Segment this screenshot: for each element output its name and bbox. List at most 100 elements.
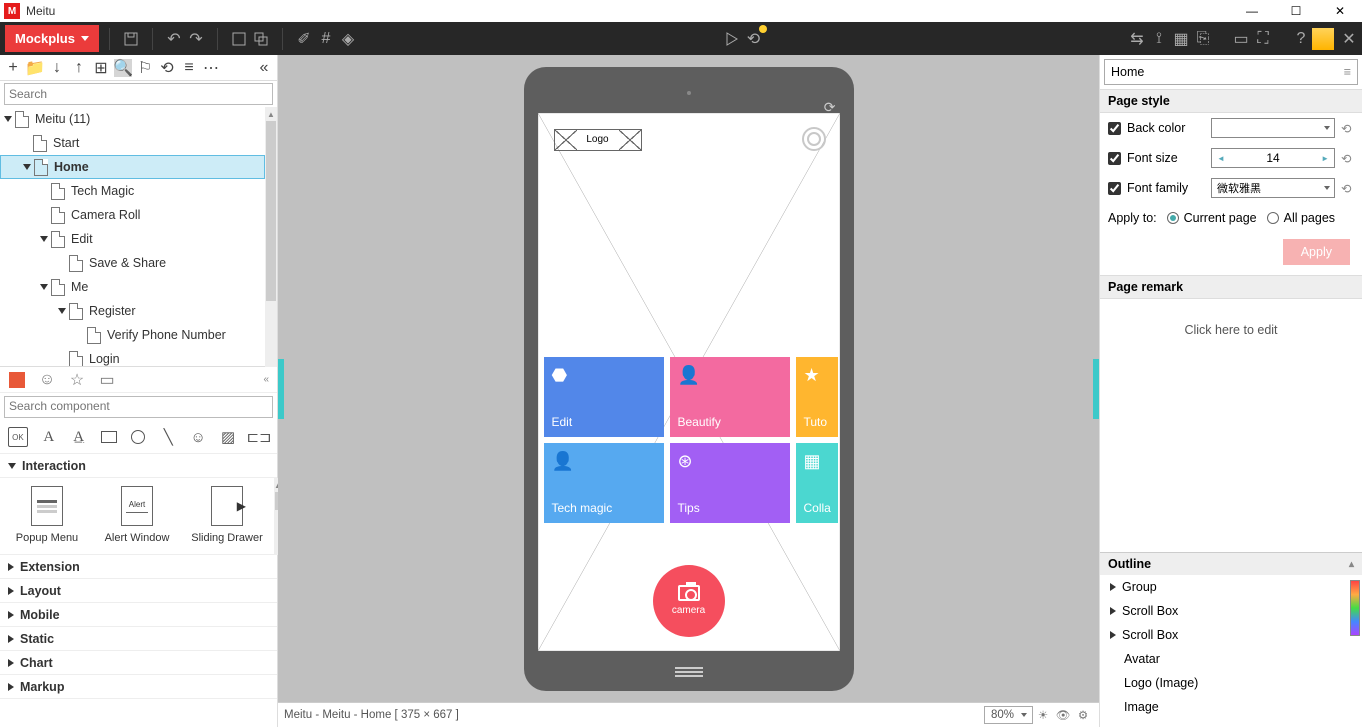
- maximize-button[interactable]: ☐: [1274, 0, 1318, 22]
- group-icon[interactable]: [228, 28, 250, 50]
- tree-page-home[interactable]: Home: [0, 155, 265, 179]
- down-arrow-icon[interactable]: ↓: [48, 59, 66, 77]
- toggle-component-icon[interactable]: ⊏⊐: [249, 427, 269, 447]
- close-button[interactable]: ✕: [1318, 0, 1362, 22]
- tile-collage[interactable]: ▦Colla: [796, 443, 838, 523]
- tile-tutorial[interactable]: ★Tuto: [796, 357, 838, 437]
- font-family-checkbox[interactable]: [1108, 182, 1121, 195]
- share-icon[interactable]: ⟟: [1148, 28, 1170, 50]
- close-panel-icon[interactable]: ✕: [1338, 28, 1360, 50]
- tile-beautify[interactable]: 👤Beautify: [670, 357, 790, 437]
- grid-view-icon[interactable]: ▦: [1170, 28, 1192, 50]
- alert-window-component[interactable]: Alert Alert Window: [94, 486, 180, 544]
- reset-font-size-icon[interactable]: ⟲: [1341, 151, 1351, 166]
- page-selector[interactable]: Home: [1104, 59, 1358, 85]
- font-size-checkbox[interactable]: [1108, 152, 1121, 165]
- preview-icon[interactable]: 👁: [1053, 708, 1073, 722]
- camera-button[interactable]: camera: [653, 565, 725, 637]
- brand-menu[interactable]: Mockplus: [5, 25, 99, 52]
- tile-techmagic[interactable]: 👤Tech magic: [544, 443, 664, 523]
- device-screen[interactable]: Logo ⬣Edit 👤Beautify ★Tuto 👤Tech magic ⊛…: [538, 113, 840, 651]
- undo-icon[interactable]: ↶: [163, 28, 185, 50]
- left-drawer-handle[interactable]: [278, 359, 284, 419]
- outline-group[interactable]: Group: [1100, 575, 1362, 599]
- favorites-tab-icon[interactable]: ☆: [68, 371, 86, 389]
- font-size-stepper[interactable]: 14: [1211, 148, 1335, 168]
- rectangle-component-icon[interactable]: [100, 427, 118, 447]
- tile-edit[interactable]: ⬣Edit: [544, 357, 664, 437]
- outline-scrollbox-2[interactable]: Scroll Box: [1100, 623, 1362, 647]
- rotate-icon[interactable]: ◈: [337, 28, 359, 50]
- page-remark-input[interactable]: Click here to edit: [1100, 299, 1362, 361]
- radio-current-page[interactable]: Current page: [1167, 211, 1257, 225]
- settings-icon[interactable]: ⚙: [1073, 708, 1093, 722]
- format-painter-icon[interactable]: ✐: [293, 28, 315, 50]
- section-markup[interactable]: Markup: [0, 675, 277, 699]
- apply-button[interactable]: Apply: [1283, 239, 1350, 265]
- back-color-picker[interactable]: [1211, 118, 1335, 138]
- reset-back-color-icon[interactable]: ⟲: [1341, 121, 1351, 136]
- ungroup-icon[interactable]: [250, 28, 272, 50]
- tree-page-login[interactable]: Login: [0, 347, 265, 367]
- tile-tips[interactable]: ⊛Tips: [670, 443, 790, 523]
- device-icon[interactable]: ▭: [1230, 28, 1252, 50]
- more-icon[interactable]: ⋯: [202, 59, 220, 77]
- search-tool-icon[interactable]: 🔍: [114, 59, 132, 77]
- premium-crown-icon[interactable]: [1312, 28, 1334, 50]
- page-search-input[interactable]: [9, 87, 268, 101]
- section-layout[interactable]: Layout: [0, 579, 277, 603]
- list-icon[interactable]: ≡: [180, 59, 198, 77]
- radio-all-pages[interactable]: All pages: [1267, 211, 1335, 225]
- section-static[interactable]: Static: [0, 627, 277, 651]
- font-family-select[interactable]: 微软雅黑: [1211, 178, 1335, 198]
- export-icon[interactable]: ⇆: [1126, 28, 1148, 50]
- circle-component-icon[interactable]: [130, 427, 148, 447]
- zoom-selector[interactable]: 80%: [984, 706, 1033, 724]
- component-search[interactable]: [4, 396, 273, 418]
- outline-logo[interactable]: Logo (Image): [1100, 671, 1362, 695]
- avatar-placeholder[interactable]: [802, 127, 826, 151]
- tree-page-saveshare[interactable]: Save & Share: [0, 251, 265, 275]
- tree-root[interactable]: Meitu (11): [0, 107, 265, 131]
- minimize-button[interactable]: —: [1230, 0, 1274, 22]
- tree-page-register[interactable]: Register: [0, 299, 265, 323]
- outline-image[interactable]: Image: [1100, 695, 1362, 719]
- tree-page-me[interactable]: Me: [0, 275, 265, 299]
- text-component-icon[interactable]: A: [40, 427, 58, 447]
- back-color-checkbox[interactable]: [1108, 122, 1121, 135]
- line-component-icon[interactable]: ╲: [159, 427, 177, 447]
- section-interaction[interactable]: Interaction: [0, 454, 277, 478]
- emoji-tab-icon[interactable]: ☺: [38, 371, 56, 389]
- flag-icon[interactable]: ⚐: [136, 59, 154, 77]
- canvas[interactable]: ⟳ Logo ⬣Edit 👤Beautify ★Tuto 👤Tech magic…: [278, 55, 1099, 702]
- tree-page-cameraroll[interactable]: Camera Roll: [0, 203, 265, 227]
- help-icon[interactable]: ?: [1290, 28, 1312, 50]
- brightness-icon[interactable]: ☀: [1033, 708, 1053, 722]
- tree-scrollbar[interactable]: ▲: [265, 107, 277, 367]
- play-icon[interactable]: [720, 28, 742, 50]
- tree-page-techmagic[interactable]: Tech Magic: [0, 179, 265, 203]
- sync-icon[interactable]: ⟲: [742, 28, 764, 50]
- save-icon[interactable]: [120, 28, 142, 50]
- color-strip-icon[interactable]: [1350, 580, 1360, 636]
- logo-placeholder[interactable]: Logo: [554, 129, 642, 151]
- up-arrow-icon[interactable]: ↑: [70, 59, 88, 77]
- flow-icon[interactable]: ⊞: [92, 59, 110, 77]
- sliding-drawer-component[interactable]: ▶ Sliding Drawer: [184, 486, 270, 544]
- collapse-components-icon[interactable]: «: [263, 374, 269, 385]
- redo-icon[interactable]: ↷: [185, 28, 207, 50]
- section-extension[interactable]: Extension: [0, 555, 277, 579]
- popup-menu-component[interactable]: Popup Menu: [4, 486, 90, 544]
- link-component-icon[interactable]: A̲: [70, 427, 88, 447]
- history-icon[interactable]: ⟲: [158, 59, 176, 77]
- button-component-icon[interactable]: OK: [8, 427, 28, 447]
- fullscreen-icon[interactable]: ⛶: [1252, 28, 1274, 50]
- image-component-icon[interactable]: ▨: [219, 427, 237, 447]
- tree-page-verify[interactable]: Verify Phone Number: [0, 323, 265, 347]
- tree-page-start[interactable]: Start: [0, 131, 265, 155]
- new-page-icon[interactable]: ⎘: [1192, 28, 1214, 50]
- collapse-outline-icon[interactable]: ▴: [1349, 559, 1354, 570]
- collapse-left-icon[interactable]: «: [255, 59, 273, 77]
- components-tab-icon[interactable]: [8, 371, 26, 389]
- reset-font-family-icon[interactable]: ⟲: [1341, 181, 1351, 196]
